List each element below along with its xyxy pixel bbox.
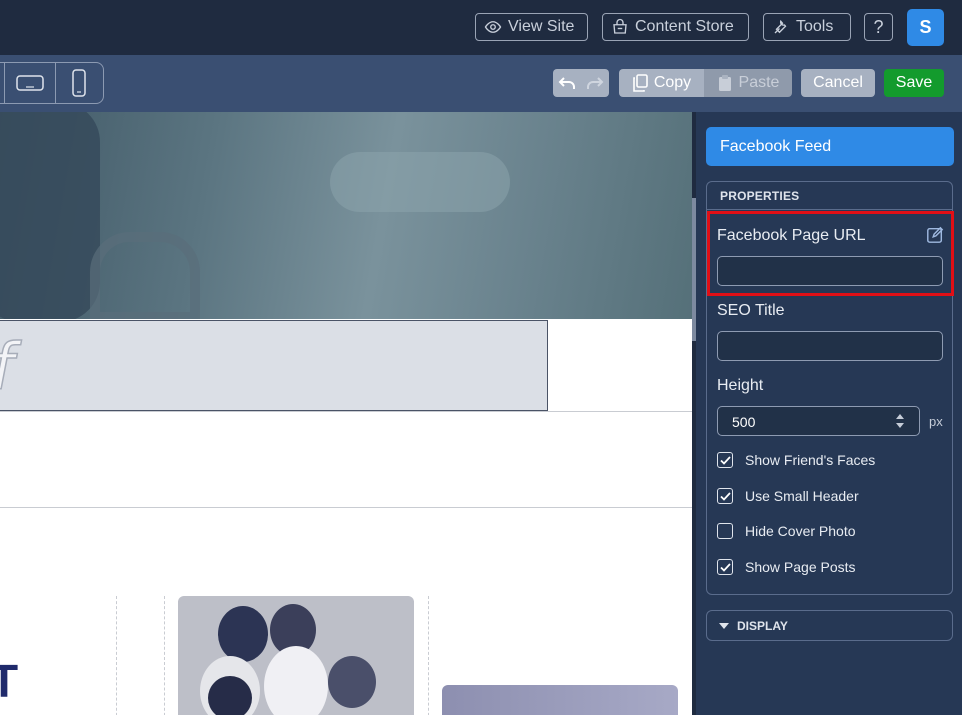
height-input[interactable]: 500 — [717, 406, 920, 436]
copy-label: Copy — [653, 74, 692, 91]
store-icon — [613, 18, 627, 34]
paste-button[interactable]: Paste — [704, 69, 792, 97]
option-show-page-posts[interactable]: Show Page Posts — [717, 559, 856, 575]
undo-button[interactable] — [553, 75, 581, 91]
copy-icon — [633, 74, 648, 92]
tablet-view-button[interactable] — [5, 63, 56, 103]
height-label: Height — [717, 377, 764, 394]
option-use-small-header[interactable]: Use Small Header — [717, 488, 859, 504]
wrench-icon — [774, 19, 787, 34]
option-show-friends-faces[interactable]: Show Friend's Faces — [717, 452, 875, 468]
column-guide — [428, 596, 429, 715]
content-store-label: Content Store — [635, 18, 734, 35]
check-icon — [719, 491, 731, 501]
facebook-icon: f — [0, 330, 14, 406]
copy-button[interactable]: Copy — [619, 69, 704, 97]
tablet-landscape-icon — [16, 75, 44, 91]
facebook-feed-placeholder[interactable]: f — [0, 320, 548, 411]
option-label: Use Small Header — [745, 488, 859, 504]
seo-title-input[interactable] — [717, 331, 943, 361]
divider — [707, 209, 952, 210]
tools-label: Tools — [796, 18, 834, 35]
undo-redo-group — [553, 69, 609, 97]
caret-down-icon — [719, 622, 729, 629]
team-photo[interactable] — [178, 596, 414, 715]
seo-title-label: SEO Title — [717, 302, 785, 319]
facebook-url-label: Facebook Page URL — [717, 227, 866, 244]
widget-title: Facebook Feed — [706, 127, 954, 166]
paste-icon — [718, 75, 731, 91]
phone-icon — [72, 69, 87, 97]
option-hide-cover-photo[interactable]: Hide Cover Photo — [717, 523, 856, 539]
height-unit: px — [929, 414, 943, 429]
avatar-initial: S — [919, 17, 932, 37]
facebook-url-input[interactable] — [717, 256, 943, 286]
check-icon — [719, 562, 731, 572]
hero-image — [0, 112, 692, 319]
option-label: Hide Cover Photo — [745, 523, 856, 539]
device-switcher — [0, 62, 104, 104]
divider — [0, 507, 692, 508]
option-label: Show Friend's Faces — [745, 452, 876, 468]
display-heading: DISPLAY — [737, 618, 788, 633]
cancel-button[interactable]: Cancel — [801, 69, 875, 97]
column-guide — [164, 596, 165, 715]
content-store-button[interactable]: Content Store — [602, 13, 749, 41]
heading-fragment: T — [0, 655, 19, 707]
undo-icon — [558, 77, 575, 89]
view-site-button[interactable]: View Site — [475, 13, 588, 41]
save-button[interactable]: Save — [884, 69, 944, 97]
properties-heading: PROPERTIES — [720, 189, 800, 203]
editor-toolbar: Copy Paste Cancel Save — [0, 55, 962, 112]
redo-icon — [587, 77, 604, 89]
edit-icon[interactable] — [926, 226, 944, 244]
option-label: Show Page Posts — [745, 559, 856, 575]
paste-label: Paste — [738, 74, 780, 91]
redo-button[interactable] — [581, 75, 609, 91]
eye-icon — [484, 21, 502, 33]
avatar[interactable]: S — [907, 9, 944, 46]
checkbox[interactable] — [717, 523, 733, 539]
checkbox[interactable] — [717, 488, 733, 504]
height-value: 500 — [732, 414, 756, 430]
tools-button[interactable]: Tools — [763, 13, 851, 41]
stepper-icon[interactable] — [895, 413, 905, 429]
checkbox[interactable] — [717, 452, 733, 468]
content-image[interactable] — [442, 685, 678, 715]
top-bar: View Site Content Store Tools ? S — [0, 0, 962, 55]
display-section-toggle[interactable]: DISPLAY — [706, 610, 953, 641]
checkbox[interactable] — [717, 559, 733, 575]
view-site-label: View Site — [508, 18, 575, 35]
divider — [0, 411, 692, 412]
help-icon: ? — [873, 16, 884, 37]
help-button[interactable]: ? — [864, 13, 893, 41]
mobile-view-button[interactable] — [56, 63, 103, 103]
column-guide — [116, 596, 117, 715]
page-canvas: f T — [0, 112, 692, 715]
check-icon — [719, 455, 731, 465]
